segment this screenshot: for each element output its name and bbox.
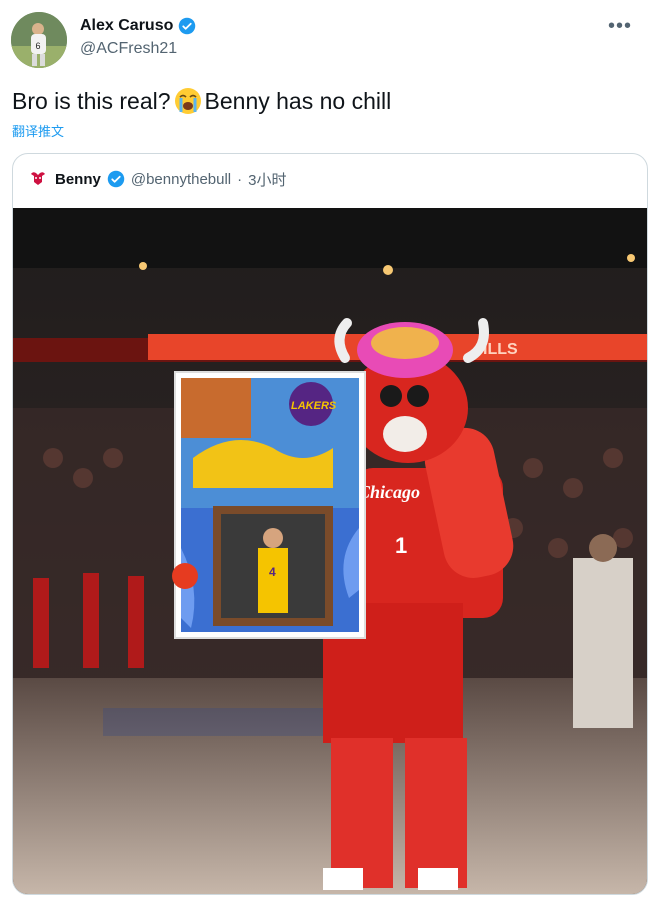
tweet-text-part-2: Benny has no chill [204,87,392,114]
more-options-icon[interactable]: ••• [608,16,632,36]
verified-badge-icon [178,17,196,35]
tweet-text: Bro is this real? Benny has no chill [12,86,391,116]
tweet-header: 6 Alex Caruso @ACFresh21 ••• [0,0,650,80]
author-handle[interactable]: @ACFresh21 [80,40,177,58]
svg-text:ILLS: ILLS [483,341,518,358]
loudly-crying-face-icon [173,86,203,116]
quoted-verified-badge-icon [107,170,125,188]
quoted-display-name[interactable]: Benny [55,171,101,188]
jersey-text: Chicago [358,482,420,502]
jersey-number: 1 [395,533,407,558]
poster-board: LAKERS 4 [174,371,366,639]
quoted-tweet[interactable]: Benny @bennythebull · 3小时 ILLS Chicago 1… [12,153,648,895]
quoted-separator: · [237,170,243,188]
quoted-media-photo[interactable]: ILLS Chicago 1 LAKERS 4 [13,208,647,894]
framed-jersey-number: 4 [269,565,276,579]
quoted-handle[interactable]: @bennythebull [131,171,231,188]
tweet-text-part-1: Bro is this real? [12,87,171,114]
translate-tweet-link[interactable]: 翻译推文 [12,121,64,140]
author-display-name[interactable]: Alex Caruso [80,17,173,35]
quoted-timestamp[interactable]: 3小时 [248,169,286,190]
svg-text:6: 6 [35,41,40,51]
author-avatar[interactable]: 6 [11,12,67,68]
quoted-author-avatar[interactable] [27,168,49,190]
poster-logo-text: LAKERS [291,400,337,412]
